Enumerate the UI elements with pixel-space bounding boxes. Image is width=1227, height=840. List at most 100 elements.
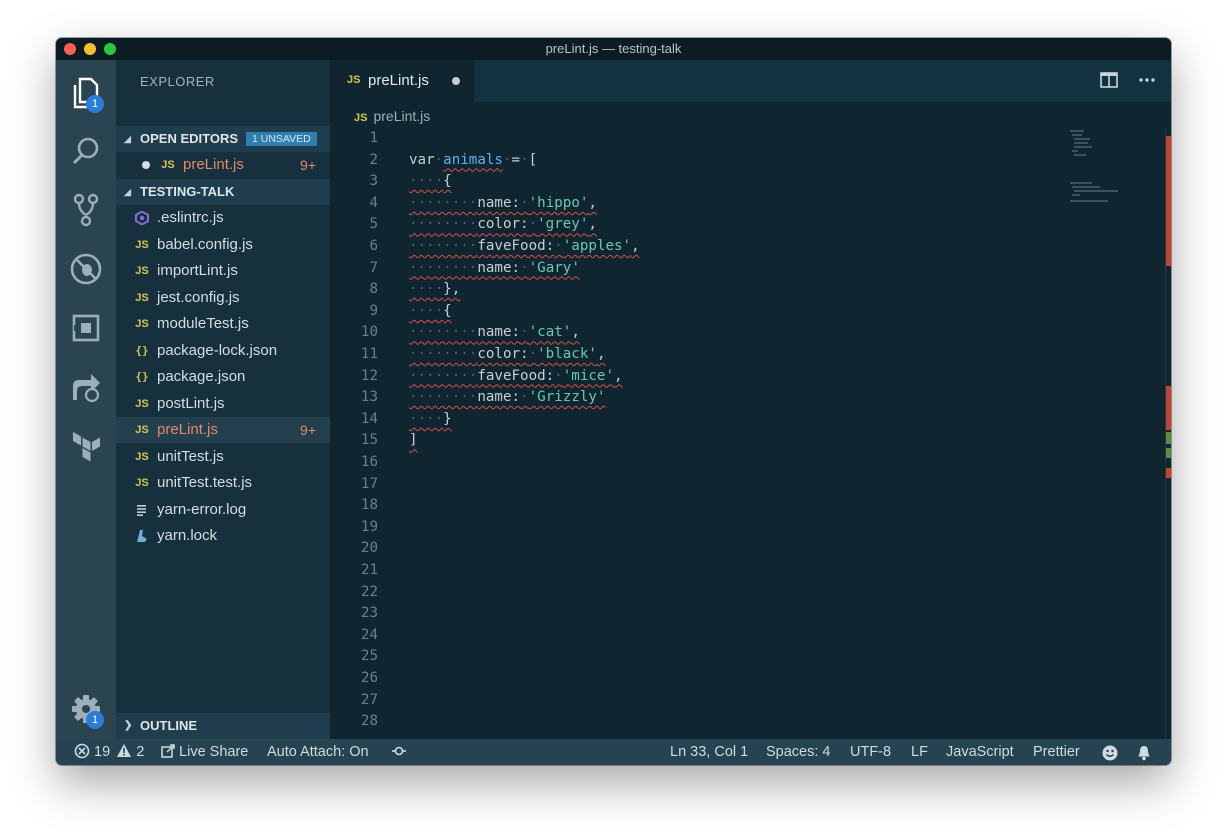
yarn-icon <box>132 523 152 549</box>
breadcrumb[interactable]: JS preLint.js <box>354 108 430 124</box>
activity-bar: 1 1 <box>56 60 116 739</box>
feedback-button[interactable] <box>1102 744 1118 765</box>
file-item[interactable]: JS unitTest.js <box>116 444 330 470</box>
file-name: package.json <box>157 368 246 385</box>
activity-explorer[interactable]: 1 <box>56 68 116 118</box>
file-item[interactable]: .eslintrc.js <box>116 205 330 231</box>
file-item[interactable]: JS importLint.js <box>116 258 330 284</box>
explorer-sidebar: EXPLORER ◢ OPEN EDITORS 1 UNSAVED JS pre… <box>116 60 330 739</box>
js-file-icon: JS <box>135 397 149 410</box>
string: 'grey' <box>537 216 589 233</box>
encoding[interactable]: UTF-8 <box>850 739 891 765</box>
line-number: 7 <box>369 259 378 276</box>
code-line: 27 <box>330 690 1130 712</box>
file-name: .eslintrc.js <box>157 209 224 226</box>
file-item-selected[interactable]: JS preLint.js 9+ <box>116 417 330 443</box>
line-number: 20 <box>360 540 378 557</box>
code-line: 20 <box>330 538 1130 560</box>
line-number: 1 <box>369 130 378 146</box>
live-share-button[interactable]: Live Share <box>161 739 248 765</box>
maximize-window-button[interactable] <box>104 43 116 55</box>
activity-extensions[interactable] <box>56 303 116 353</box>
activity-debug[interactable] <box>56 244 116 294</box>
activity-source-control[interactable] <box>56 185 116 235</box>
open-editor-item[interactable]: JS preLint.js 9+ <box>116 152 330 178</box>
file-item[interactable]: JS babel.config.js <box>116 232 330 258</box>
split-editor-button[interactable] <box>1100 72 1120 90</box>
auto-attach-toggle[interactable]: Auto Attach: On <box>267 739 369 765</box>
file-item[interactable]: yarn-error.log <box>116 497 330 523</box>
sync-button[interactable] <box>392 739 406 765</box>
file-item[interactable]: JS unitTest.test.js <box>116 470 330 496</box>
code-line: 15] <box>330 430 1130 452</box>
line-number: 25 <box>360 648 378 665</box>
file-name: importLint.js <box>157 262 238 279</box>
bracket: [ <box>528 151 538 168</box>
notifications-button[interactable] <box>1136 744 1152 765</box>
line-number: 8 <box>369 281 378 298</box>
outline-header[interactable]: ❯ OUTLINE <box>116 713 330 739</box>
code-line: 18 <box>330 495 1130 517</box>
ellipsis-icon <box>1139 78 1155 82</box>
sidebar-title: EXPLORER <box>140 74 215 89</box>
code-line: 26 <box>330 668 1130 690</box>
folder-header[interactable]: ◢ TESTING-TALK <box>116 179 330 205</box>
string: 'apples' <box>562 238 632 254</box>
brace: } <box>443 410 452 427</box>
activity-terraform[interactable] <box>56 421 116 471</box>
chevron-down-icon: ◢ <box>124 134 131 144</box>
extensions-icon <box>72 314 100 342</box>
problem-count: 9+ <box>300 157 316 173</box>
property: faveFood: <box>477 238 555 254</box>
file-name: unitTest.js <box>157 447 224 465</box>
activity-search[interactable] <box>56 126 116 176</box>
close-window-button[interactable] <box>64 43 76 55</box>
log-file-icon <box>132 497 152 523</box>
code-line: 4 ········name:·'hippo', <box>330 193 1130 215</box>
line-number: 9 <box>369 302 378 319</box>
code-line: 9 ····{ <box>330 301 1130 323</box>
live-share-label: Live Share <box>179 744 249 760</box>
brace: { <box>443 302 452 319</box>
unsaved-dot-icon[interactable] <box>142 161 150 169</box>
language-mode[interactable]: JavaScript <box>946 739 1014 765</box>
formatter[interactable]: Prettier <box>1033 739 1080 765</box>
minimap[interactable] <box>1070 128 1130 218</box>
js-file-icon: JS <box>135 291 149 304</box>
code-line: 1 <box>330 128 1130 150</box>
js-file-icon: JS <box>354 112 368 124</box>
line-number: 11 <box>360 346 378 362</box>
file-item[interactable]: JS jest.config.js <box>116 285 330 311</box>
line-number: 6 <box>369 238 378 254</box>
tab-prelint[interactable]: JS preLint.js <box>330 60 474 102</box>
code-line: 8 ····}, <box>330 279 1130 301</box>
end-of-line[interactable]: LF <box>911 739 928 765</box>
keyword: var <box>409 151 435 168</box>
bracket: ] <box>409 432 418 449</box>
problems-indicator[interactable]: 19 2 <box>74 739 144 765</box>
file-item[interactable]: {} package-lock.json <box>116 338 330 364</box>
line-number: 2 <box>369 151 378 168</box>
open-editors-header[interactable]: ◢ OPEN EDITORS 1 UNSAVED <box>116 126 330 152</box>
file-item[interactable]: yarn.lock <box>116 523 330 549</box>
minimize-window-button[interactable] <box>84 43 96 55</box>
line-number: 17 <box>360 475 378 492</box>
comma: , <box>631 238 640 254</box>
unsaved-dot-icon[interactable] <box>452 77 460 85</box>
change-marker <box>1166 448 1171 458</box>
file-item[interactable]: JS postLint.js <box>116 391 330 417</box>
source-control-icon <box>73 193 99 227</box>
activity-settings[interactable]: 1 <box>56 684 116 734</box>
terraform-icon <box>73 432 100 462</box>
folder-label: TESTING-TALK <box>140 184 235 199</box>
file-item[interactable]: {} package.json <box>116 364 330 390</box>
comma: , <box>588 194 597 211</box>
json-file-icon: {} <box>135 370 149 383</box>
indentation[interactable]: Spaces: 4 <box>766 739 831 765</box>
property: color: <box>477 346 529 362</box>
cursor-position[interactable]: Ln 33, Col 1 <box>670 739 748 765</box>
more-actions-button[interactable] <box>1138 72 1158 90</box>
file-item[interactable]: JS moduleTest.js <box>116 311 330 337</box>
comma: , <box>588 216 597 233</box>
activity-live-share[interactable] <box>56 362 116 412</box>
